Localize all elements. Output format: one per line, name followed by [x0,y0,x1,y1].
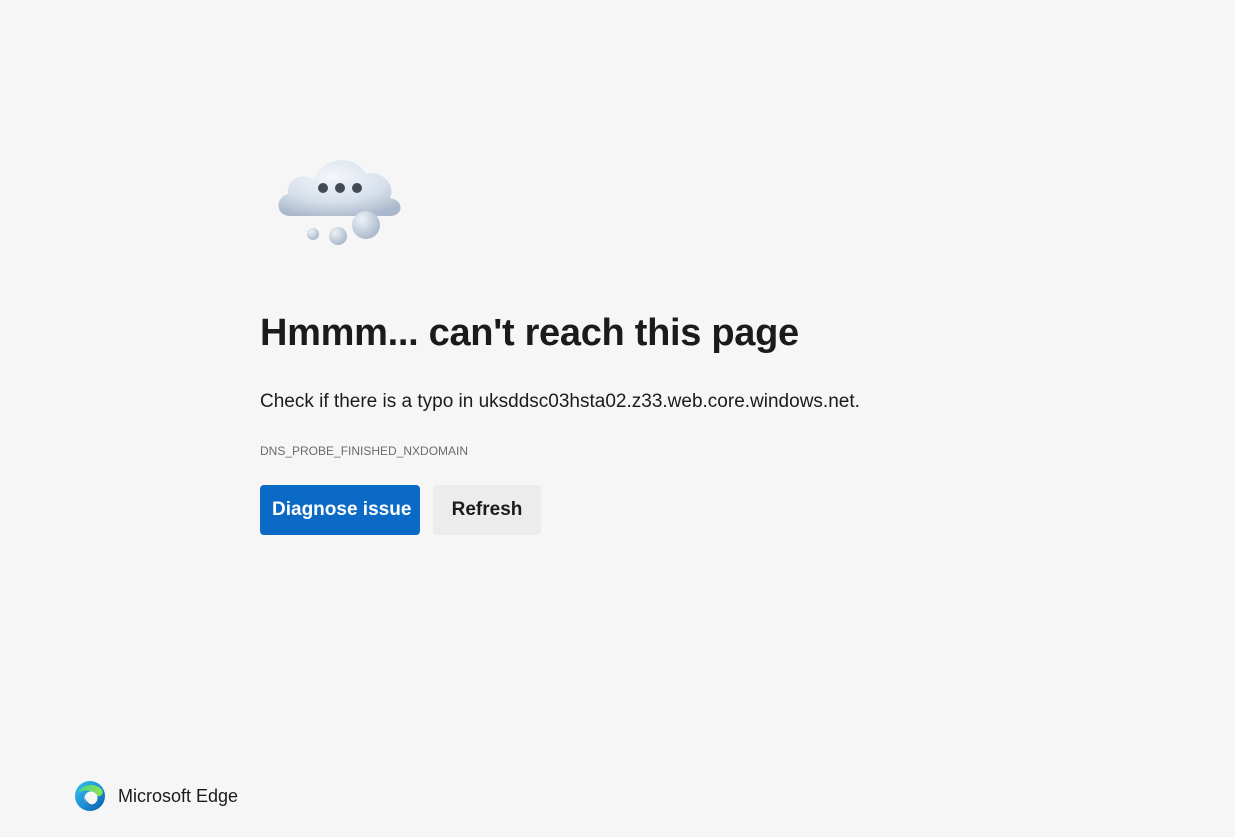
brand-name: Microsoft Edge [118,785,239,806]
edge-logo-icon [74,780,106,812]
action-buttons: Diagnose issue Refresh [260,485,541,535]
page-title: Hmmm... can't reach this page [260,312,799,354]
cloud-thinking-icon [270,140,410,250]
error-message: Check if there is a typo in uksddsc03hst… [260,391,860,412]
error-page: Hmmm... can't reach this page Check if t… [0,0,1235,837]
error-code: DNS_PROBE_FINISHED_NXDOMAIN [260,444,469,458]
refresh-button[interactable]: Refresh [433,485,541,535]
brand-footer: Microsoft Edge [74,780,238,812]
diagnose-issue-button[interactable]: Diagnose issue [260,485,420,535]
